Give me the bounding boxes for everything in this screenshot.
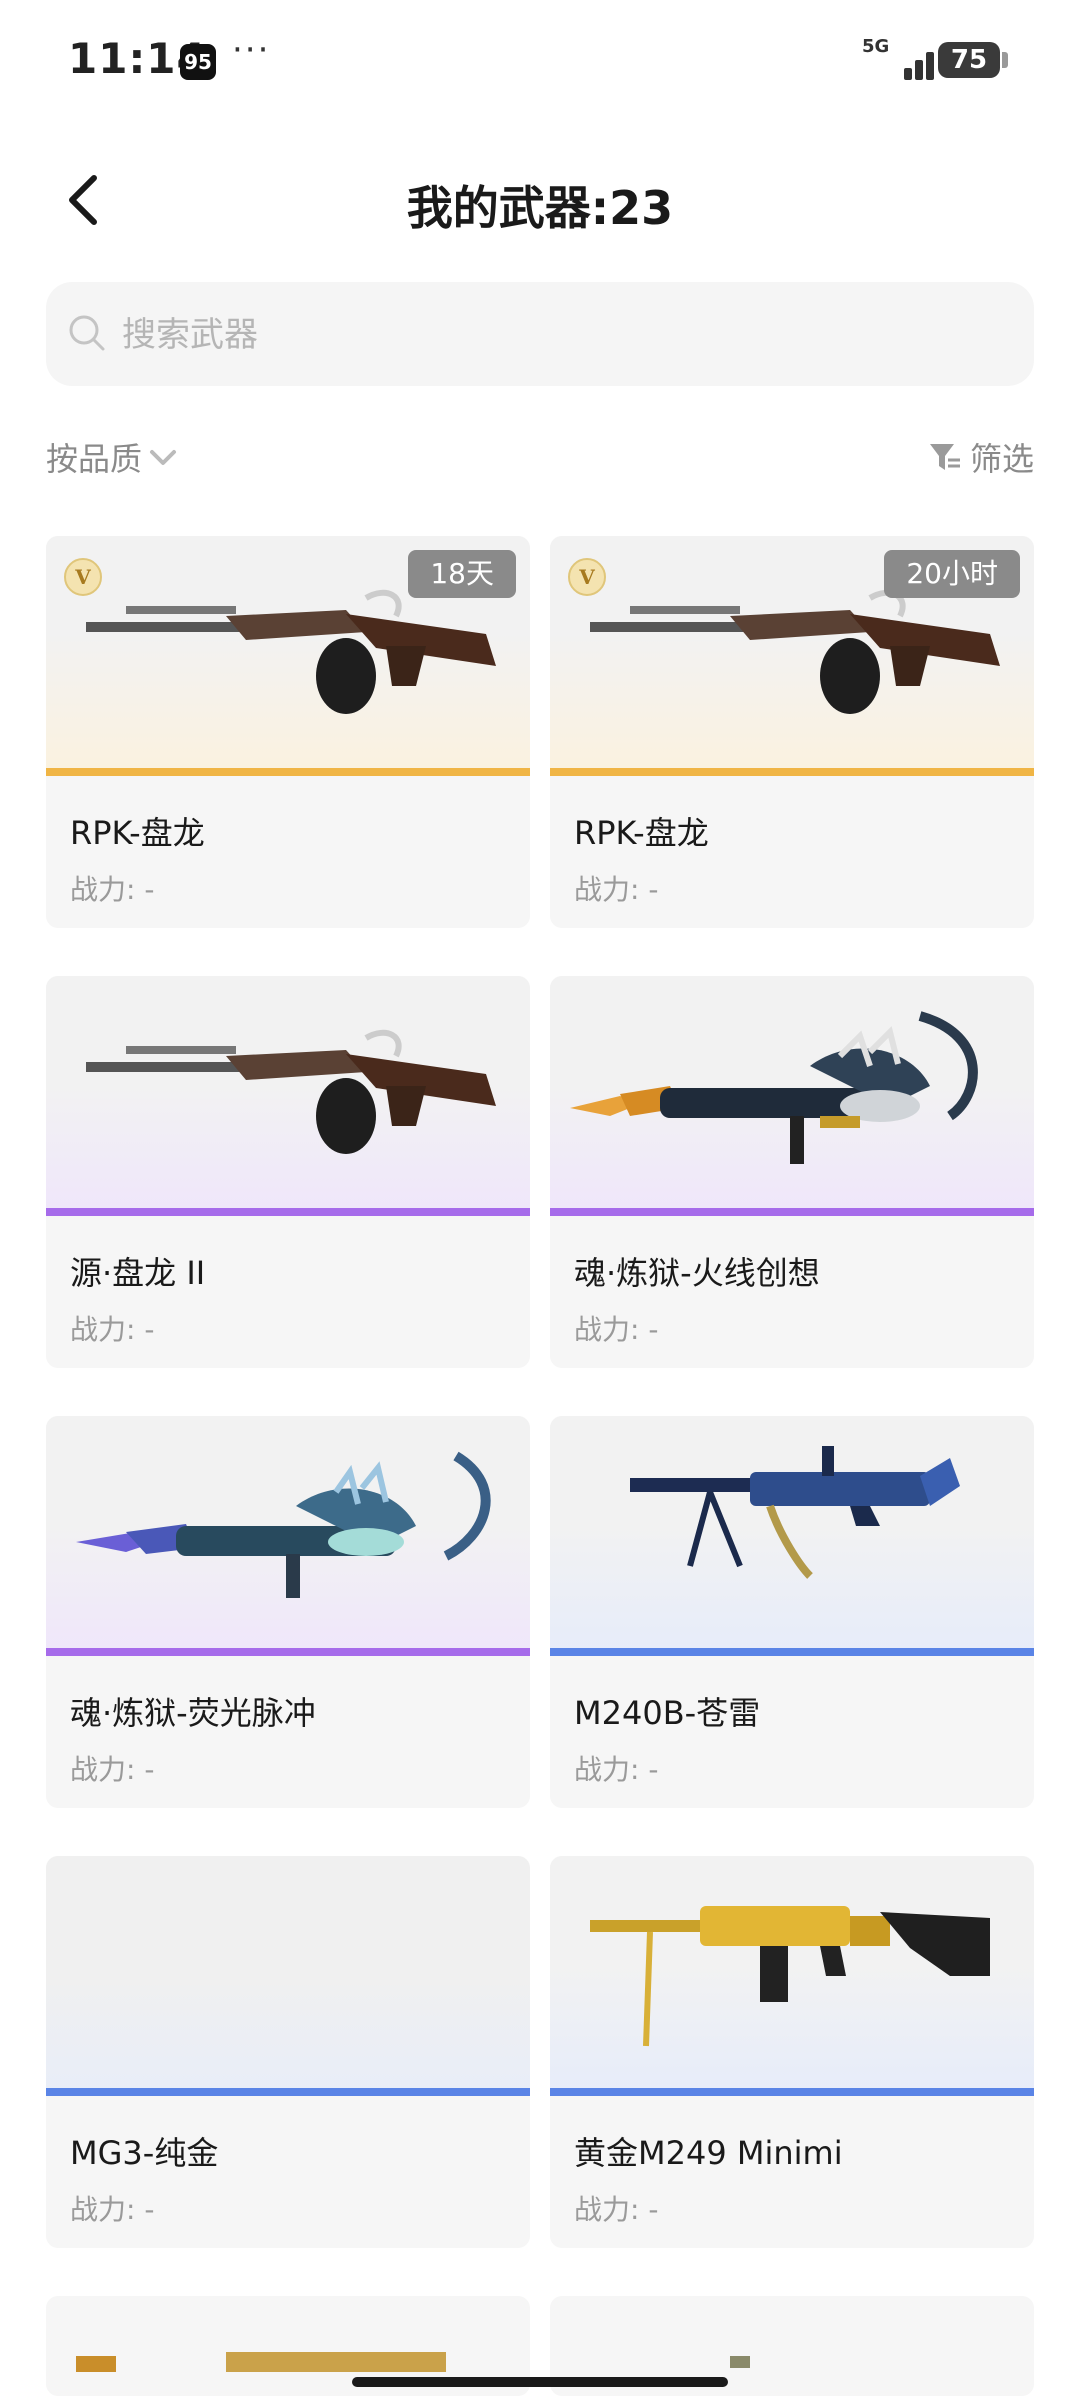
weapon-image <box>46 976 530 1216</box>
search-icon <box>69 315 105 351</box>
weapon-card[interactable]: M240B-苍雷 战力: - <box>550 1416 1034 1808</box>
rpk-dragon-icon <box>86 1029 496 1154</box>
home-indicator[interactable] <box>352 2377 728 2387</box>
rarity-bar <box>550 2088 1034 2096</box>
weapon-image-placeholder <box>46 1856 530 2096</box>
weapon-card[interactable]: 黄金M249 Minimi 战力: - <box>550 1856 1034 2248</box>
weapon-image: V 20小时 <box>550 536 1034 776</box>
weapon-image: V 18天 <box>46 536 530 776</box>
weapon-card[interactable]: V 20小时 RPK-盘龙 战力: - <box>550 536 1034 928</box>
weapon-image <box>46 1416 530 1656</box>
rarity-bar <box>46 1648 530 1656</box>
weapon-power: 战力: - <box>70 1753 155 1786</box>
sort-by-quality-dropdown[interactable]: 按品质 <box>46 434 178 480</box>
vip-badge-icon: V <box>64 558 102 596</box>
weapon-power: 战力: - <box>574 873 659 906</box>
network-type: 5G <box>862 36 890 57</box>
search-bar[interactable] <box>46 282 1034 388</box>
battery-tip <box>1002 52 1008 68</box>
purgatory-gun-blue-icon <box>76 1451 491 1598</box>
rarity-bar <box>46 2088 530 2096</box>
weapon-image <box>550 1856 1034 2096</box>
more-notifications-icon: ··· <box>232 30 271 70</box>
purgatory-gun-icon <box>570 1011 978 1164</box>
rarity-bar <box>46 768 530 776</box>
weapon-power: 战力: - <box>574 2193 659 2226</box>
signal-icon <box>890 40 940 80</box>
weapon-power: 战力: - <box>574 1313 659 1346</box>
weapon-power: 战力: - <box>70 873 155 906</box>
weapon-name: RPK-盘龙 <box>574 814 709 852</box>
weapon-name: 魂·炼狱-荧光脉冲 <box>70 1694 316 1732</box>
filter-button[interactable]: 筛选 <box>928 434 1034 480</box>
weapon-card[interactable]: 魂·炼狱-火线创想 战力: - <box>550 976 1034 1368</box>
vip-badge-icon: V <box>568 558 606 596</box>
weapon-card[interactable]: 魂·炼狱-荧光脉冲 战力: - <box>46 1416 530 1808</box>
filter-funnel-icon <box>929 444 960 470</box>
weapon-name: RPK-盘龙 <box>70 814 205 852</box>
filter-label: 筛选 <box>969 440 1034 478</box>
weapon-name: M240B-苍雷 <box>574 1694 761 1732</box>
weapon-power: 战力: - <box>70 1313 155 1346</box>
weapon-card[interactable]: 源·盘龙 II 战力: - <box>46 976 530 1368</box>
weapon-name: MG3-纯金 <box>70 2134 219 2172</box>
rarity-bar <box>550 1648 1034 1656</box>
search-input[interactable] <box>120 282 1004 388</box>
weapon-card[interactable]: V 18天 RPK-盘龙 战力: - <box>46 536 530 928</box>
time-left-badge: 20小时 <box>884 550 1020 598</box>
chevron-down-icon <box>150 450 177 465</box>
rarity-bar <box>46 1208 530 1216</box>
weapon-image <box>550 976 1034 1216</box>
m240b-icon <box>630 1446 960 1579</box>
page-title: 我的武器:23 <box>406 181 674 235</box>
weapon-name: 黄金M249 Minimi <box>574 2134 843 2172</box>
weapon-name: 魂·炼狱-火线创想 <box>574 1254 820 1292</box>
status-bar: 11:14 95 ··· 5G 75 <box>0 0 1080 120</box>
app-notification-icon: 95 <box>180 44 216 80</box>
weapon-card[interactable]: MG3-纯金 战力: - <box>46 1856 530 2248</box>
weapon-name: 源·盘龙 II <box>70 1254 206 1292</box>
weapon-power: 战力: - <box>574 1753 659 1786</box>
weapon-image <box>550 1416 1034 1656</box>
weapon-power: 战力: - <box>70 2193 155 2226</box>
sort-label: 按品质 <box>46 440 143 478</box>
rarity-bar <box>550 1208 1034 1216</box>
m249-gold-icon <box>590 1906 990 2047</box>
battery-icon: 75 <box>938 42 1000 78</box>
time-left-badge: 18天 <box>408 550 516 598</box>
rarity-bar <box>550 768 1034 776</box>
